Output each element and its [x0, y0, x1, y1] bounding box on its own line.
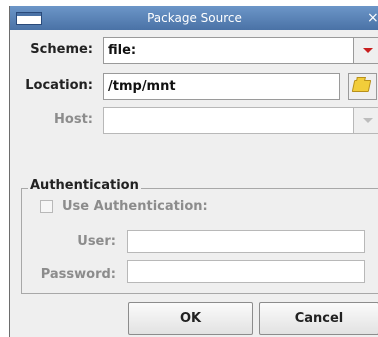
host-dropdown-button[interactable] — [354, 107, 378, 134]
cancel-button[interactable]: Cancel — [259, 302, 378, 335]
folder-icon — [351, 80, 372, 92]
user-label: User: — [77, 234, 116, 249]
password-input[interactable] — [127, 260, 365, 283]
user-input[interactable] — [127, 230, 365, 253]
title-bar[interactable]: Package Source × — [10, 6, 378, 30]
package-source-dialog: Package Source × Scheme: file: Location:… — [9, 6, 378, 337]
ok-button[interactable]: OK — [128, 302, 253, 335]
host-label: Host: — [54, 112, 93, 127]
scheme-combo[interactable]: file: — [103, 37, 354, 64]
authentication-title: Authentication — [28, 178, 141, 193]
use-authentication-checkbox[interactable] — [40, 200, 53, 213]
password-label: Password: — [40, 267, 116, 282]
browse-button[interactable] — [348, 73, 377, 100]
window-title: Package Source — [147, 11, 242, 25]
location-label: Location: — [25, 78, 93, 93]
host-combo[interactable] — [103, 107, 354, 134]
use-authentication-label: Use Authentication: — [62, 199, 208, 214]
scheme-dropdown-button[interactable] — [354, 37, 378, 64]
scheme-label: Scheme: — [30, 42, 93, 57]
chevron-down-icon — [363, 48, 373, 53]
location-input[interactable]: /tmp/mnt — [103, 73, 340, 100]
chevron-down-icon — [363, 118, 373, 123]
close-icon[interactable]: × — [367, 6, 378, 30]
